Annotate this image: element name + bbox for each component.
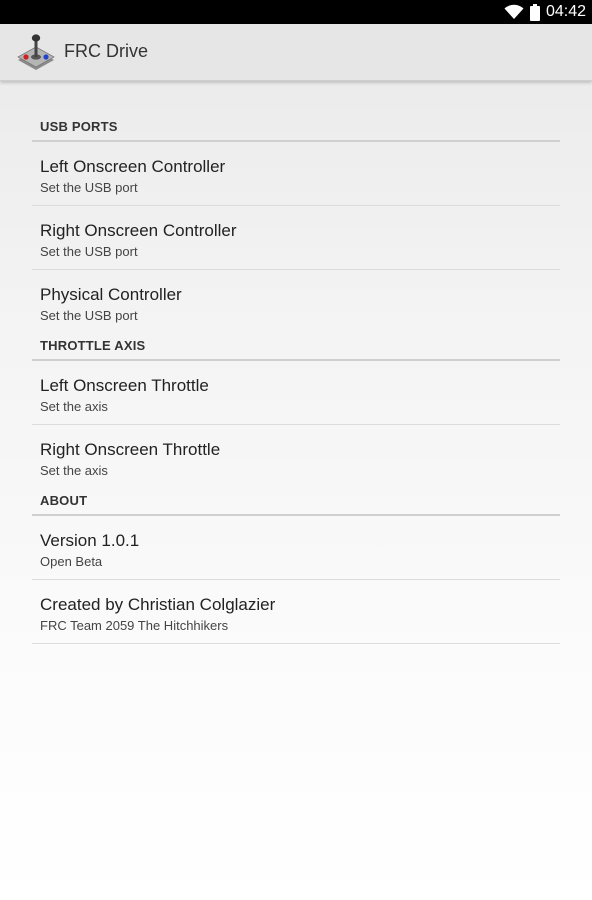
pref-title: Left Onscreen Throttle (40, 376, 209, 395)
pref-title: Right Onscreen Controller (40, 221, 237, 240)
section-header-throttle-axis: THROTTLE AXIS (32, 334, 560, 361)
section-title: THROTTLE AXIS (40, 338, 146, 353)
pref-right-onscreen-controller[interactable]: Right Onscreen Controller Set the USB po… (32, 206, 560, 270)
pref-title: Right Onscreen Throttle (40, 440, 221, 459)
section-header-usb-ports: USB PORTS (32, 80, 560, 142)
pref-physical-controller[interactable]: Physical Controller Set the USB port (32, 270, 560, 334)
pref-title: Left Onscreen Controller (40, 157, 226, 176)
pref-summary: Set the axis (40, 399, 108, 414)
preferences-list: USB PORTS Left Onscreen Controller Set t… (32, 80, 560, 644)
joystick-app-icon[interactable] (16, 32, 56, 72)
section-title: ABOUT (40, 493, 88, 508)
pref-summary: Open Beta (40, 554, 103, 569)
pref-summary: Set the USB port (40, 308, 138, 323)
wifi-icon (504, 4, 524, 19)
pref-left-onscreen-controller[interactable]: Left Onscreen Controller Set the USB por… (32, 142, 560, 206)
status-time: 04:42 (545, 3, 586, 20)
pref-title: Physical Controller (40, 285, 182, 304)
pref-summary: Set the USB port (40, 180, 138, 195)
pref-title: Created by Christian Colglazier (40, 595, 276, 614)
section-header-about: ABOUT (32, 489, 560, 516)
pref-title: Version 1.0.1 (40, 531, 140, 550)
pref-summary: Set the axis (40, 463, 108, 478)
pref-created-by[interactable]: Created by Christian Colglazier FRC Team… (32, 580, 560, 644)
app-title: FRC Drive (64, 41, 148, 61)
status-icons: 04:42 (504, 0, 586, 24)
section-title: USB PORTS (40, 119, 118, 134)
pref-summary: FRC Team 2059 The Hitchhikers (40, 618, 229, 633)
status-bar: 04:42 (0, 0, 592, 24)
battery-icon (529, 3, 540, 21)
action-bar: FRC Drive (0, 24, 592, 81)
pref-left-onscreen-throttle[interactable]: Left Onscreen Throttle Set the axis (32, 361, 560, 425)
pref-version[interactable]: Version 1.0.1 Open Beta (32, 516, 560, 580)
pref-right-onscreen-throttle[interactable]: Right Onscreen Throttle Set the axis (32, 425, 560, 489)
pref-summary: Set the USB port (40, 244, 138, 259)
